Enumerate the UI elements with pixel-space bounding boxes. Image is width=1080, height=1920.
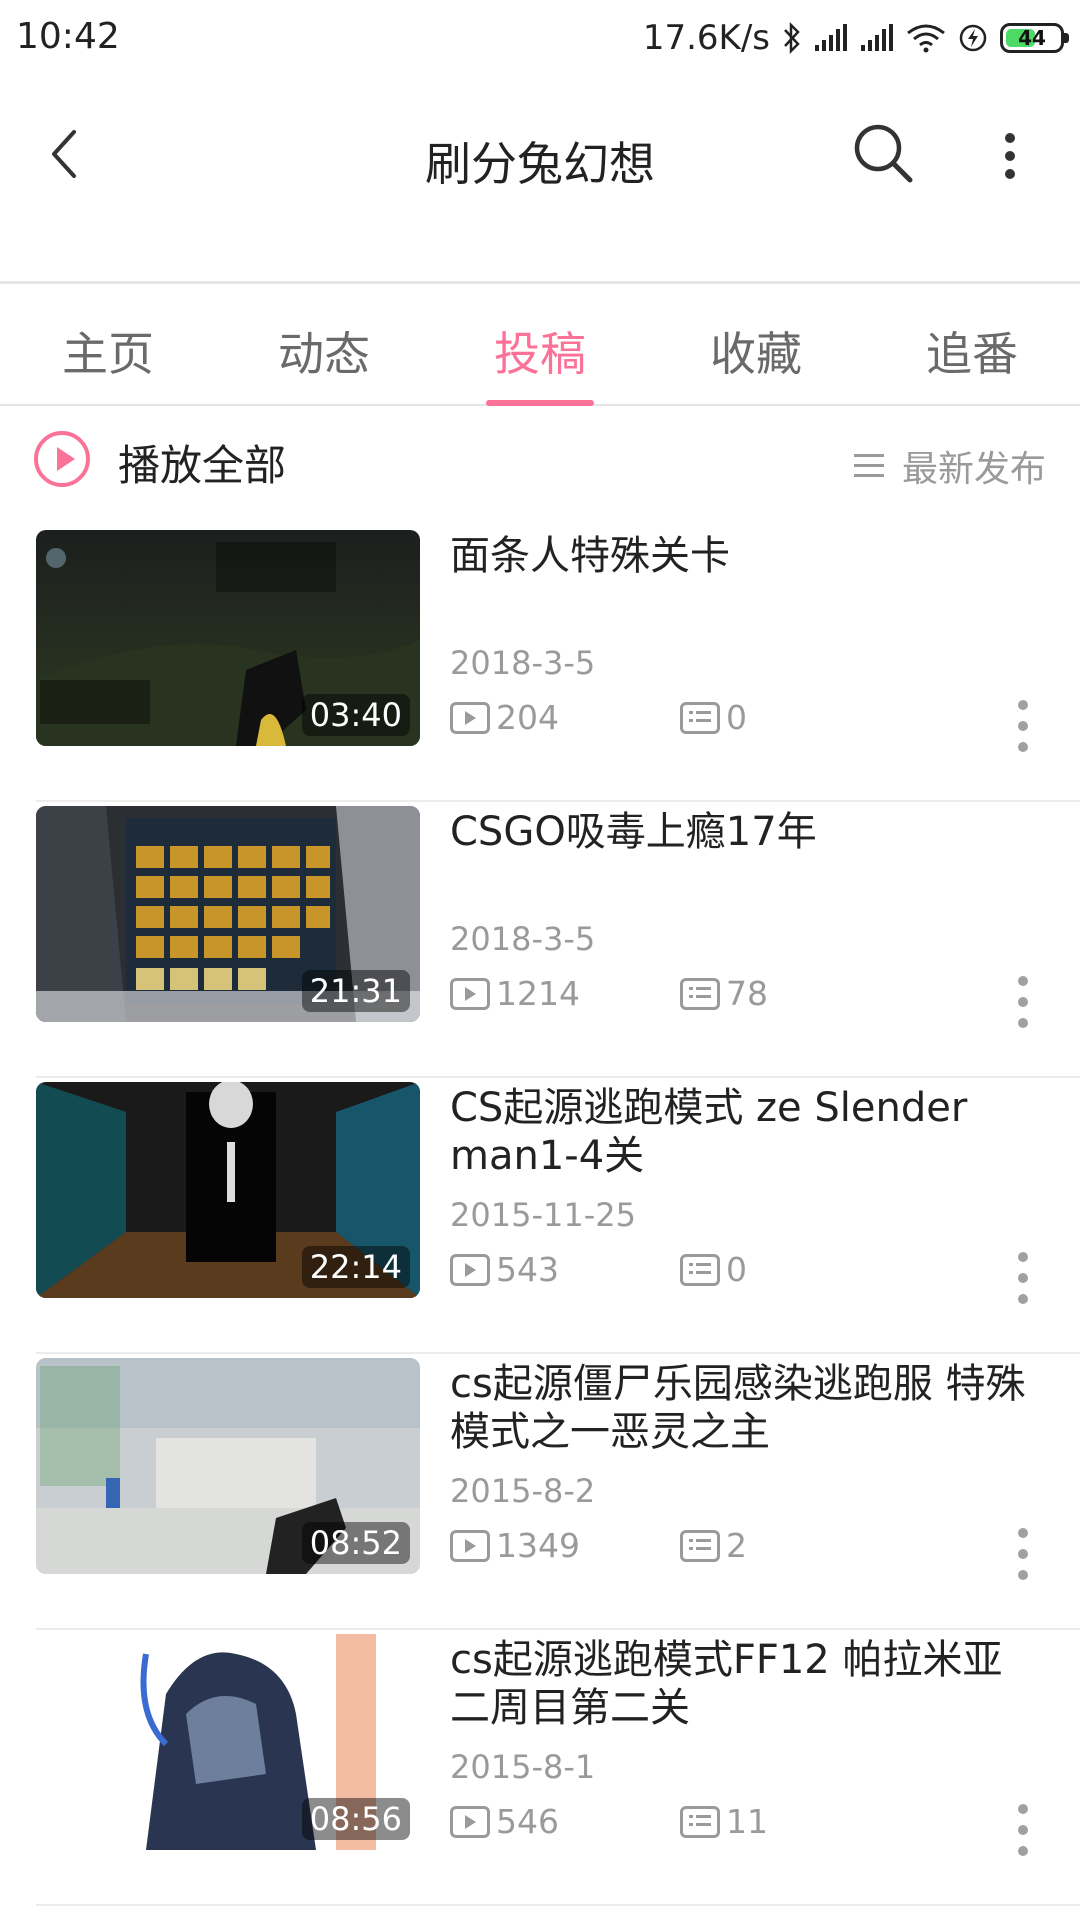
danmaku-icon	[680, 701, 720, 734]
video-title[interactable]: cs起源僵尸乐园感染逃跑服 特殊模式之一恶灵之主	[450, 1360, 1030, 1456]
more-vertical-icon	[1005, 133, 1015, 179]
sort-label: 最新发布	[901, 449, 1046, 490]
status-time: 10:42	[16, 16, 120, 57]
play-all-icon[interactable]	[34, 431, 90, 487]
video-item[interactable]: 21:31 CSGO吸毒上瘾17年 2018-3-5 1214 78	[0, 802, 1080, 1078]
more-options-button[interactable]	[990, 128, 1030, 184]
play-all-bar: 播放全部 最新发布	[0, 406, 1080, 526]
play-count-value: 1349	[496, 1526, 580, 1565]
video-duration: 03:40	[301, 694, 410, 736]
page-title: 刷分兔幻想	[425, 137, 655, 191]
video-date: 2018-3-5	[450, 644, 596, 682]
play-count-value: 204	[496, 698, 559, 737]
search-button[interactable]	[850, 120, 916, 186]
danmaku-count: 78	[680, 974, 768, 1013]
video-item[interactable]: 08:52 cs起源僵尸乐园感染逃跑服 特殊模式之一恶灵之主 2015-8-2 …	[0, 1354, 1080, 1630]
item-more-icon[interactable]	[1012, 1248, 1036, 1308]
video-title[interactable]: cs起源逃跑模式FF12 帕拉米亚二周目第二关	[450, 1636, 1030, 1732]
danmaku-icon	[680, 1253, 720, 1286]
play-all-button[interactable]: 播放全部	[118, 432, 286, 493]
play-count-icon	[450, 1805, 490, 1838]
danmaku-count-value: 78	[726, 974, 768, 1013]
play-count: 204	[450, 698, 559, 737]
video-date: 2015-11-25	[450, 1196, 636, 1234]
video-date: 2015-8-2	[450, 1472, 596, 1510]
signal-icon-2	[861, 24, 893, 51]
video-duration: 08:56	[301, 1798, 410, 1840]
play-count-icon	[450, 1253, 490, 1286]
danmaku-icon	[680, 977, 720, 1010]
play-count-value: 546	[496, 1802, 559, 1841]
video-item[interactable]: 22:14 CS起源逃跑模式 ze Slender man1-4关 2015-1…	[0, 1078, 1080, 1354]
search-icon	[854, 124, 913, 183]
tab-bangumi[interactable]: 追番	[864, 284, 1080, 404]
play-count: 1214	[450, 974, 580, 1013]
video-duration: 08:52	[301, 1522, 410, 1564]
danmaku-icon	[680, 1805, 720, 1838]
play-count-value: 543	[496, 1250, 559, 1289]
danmaku-icon	[680, 1529, 720, 1562]
video-thumbnail[interactable]: 03:40	[36, 530, 420, 746]
video-duration: 22:14	[301, 1246, 410, 1288]
item-more-icon[interactable]	[1012, 696, 1036, 756]
danmaku-count-value: 0	[726, 698, 747, 737]
danmaku-count: 0	[680, 698, 747, 737]
sort-list-icon	[853, 454, 884, 478]
profile-tabs: 主页 动态 投稿 收藏 追番	[0, 284, 1080, 406]
top-app-bar: 刷分兔幻想	[0, 76, 1080, 284]
play-count: 1349	[450, 1526, 580, 1565]
danmaku-count-value: 11	[726, 1802, 768, 1841]
video-date: 2015-8-1	[450, 1748, 596, 1786]
tab-submissions[interactable]: 投稿	[432, 284, 648, 406]
video-thumbnail[interactable]: 08:56	[36, 1634, 420, 1850]
tab-favorites[interactable]: 收藏	[648, 284, 864, 404]
battery-level: 44	[1018, 26, 1046, 50]
video-thumbnail[interactable]: 21:31	[36, 806, 420, 1022]
video-date: 2018-3-5	[450, 920, 596, 958]
video-item[interactable]: 03:40 面条人特殊关卡 2018-3-5 204 0	[0, 526, 1080, 802]
play-count-icon	[450, 701, 490, 734]
video-item[interactable]: 08:56 cs起源逃跑模式FF12 帕拉米亚二周目第二关 2015-8-1 5…	[0, 1630, 1080, 1906]
danmaku-count-value: 2	[726, 1526, 747, 1565]
video-thumbnail[interactable]: 08:52	[36, 1358, 420, 1574]
battery-icon: 44	[1000, 23, 1069, 53]
video-list: 03:40 面条人特殊关卡 2018-3-5 204 0 21:31 CSGO吸…	[0, 526, 1080, 1906]
item-more-icon[interactable]	[1012, 1800, 1036, 1860]
status-bar: 10:42 17.6K/s 44	[0, 0, 1080, 76]
play-count-value: 1214	[496, 974, 580, 1013]
signal-icon	[815, 24, 847, 51]
tab-dynamic[interactable]: 动态	[216, 284, 432, 404]
status-icons: 17.6K/s 44	[642, 16, 1069, 60]
play-count: 543	[450, 1250, 559, 1289]
danmaku-count: 2	[680, 1526, 747, 1565]
bluetooth-icon	[784, 21, 800, 55]
item-more-icon[interactable]	[1012, 1524, 1036, 1584]
charging-icon	[959, 24, 987, 52]
play-count-icon	[450, 1529, 490, 1562]
wifi-icon	[907, 24, 945, 53]
video-title[interactable]: 面条人特殊关卡	[450, 532, 1030, 580]
video-title[interactable]: CS起源逃跑模式 ze Slender man1-4关	[450, 1084, 1030, 1180]
item-more-icon[interactable]	[1012, 972, 1036, 1032]
video-duration: 21:31	[301, 970, 410, 1012]
play-count: 546	[450, 1802, 559, 1841]
danmaku-count: 0	[680, 1250, 747, 1289]
video-title[interactable]: CSGO吸毒上瘾17年	[450, 808, 1030, 856]
danmaku-count: 11	[680, 1802, 768, 1841]
video-thumbnail[interactable]: 22:14	[36, 1082, 420, 1298]
network-speed: 17.6K/s	[642, 18, 770, 58]
tab-home[interactable]: 主页	[0, 284, 216, 404]
sort-button[interactable]: 最新发布	[853, 440, 1046, 492]
danmaku-count-value: 0	[726, 1250, 747, 1289]
play-count-icon	[450, 977, 490, 1010]
